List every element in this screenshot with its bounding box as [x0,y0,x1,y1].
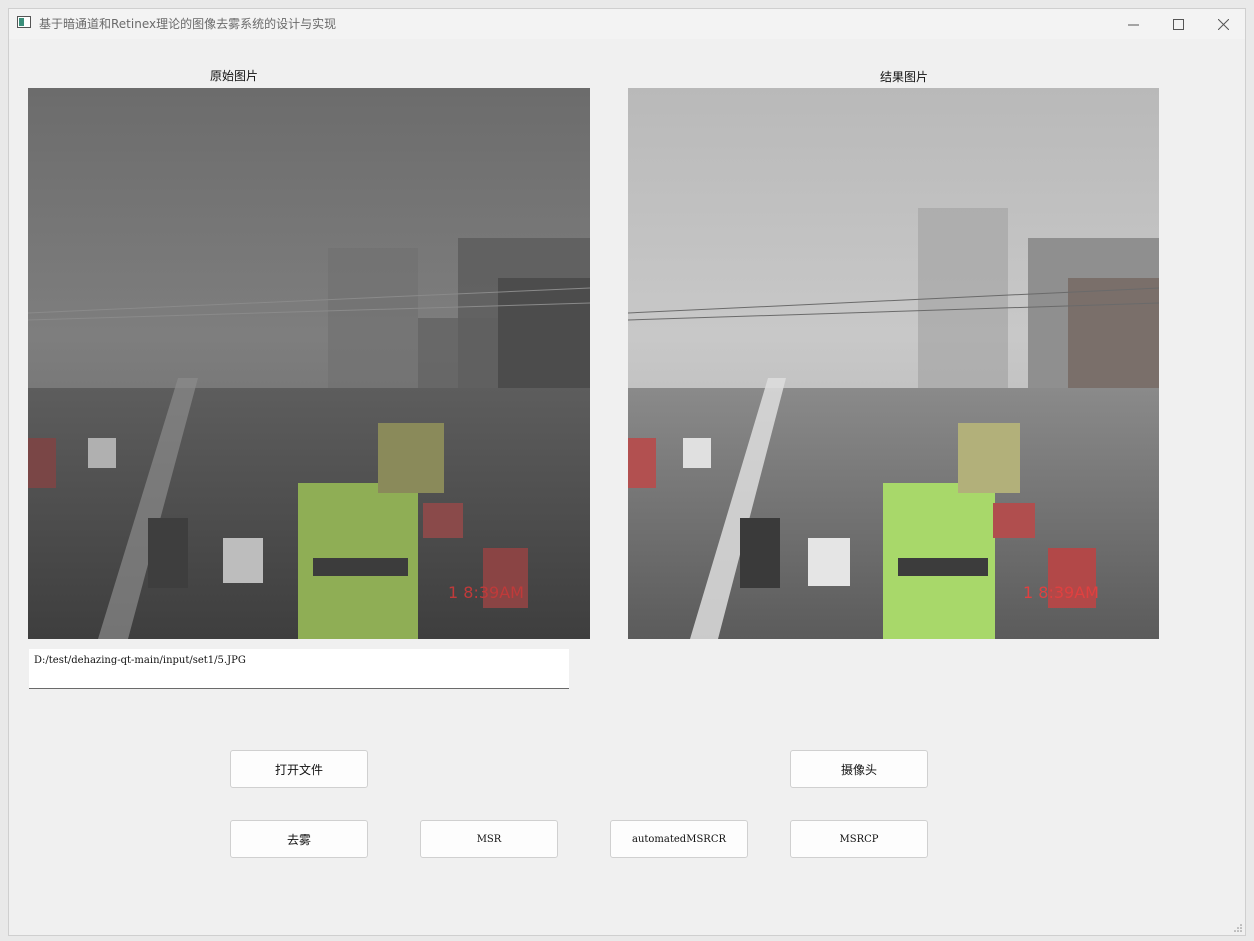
open-file-button[interactable]: 打开文件 [230,750,368,788]
minimize-icon [1127,24,1139,25]
app-icon [17,16,31,28]
title-bar[interactable]: 基于暗通道和Retinex理论的图像去雾系统的设计与实现 [9,9,1245,39]
result-image-label: 结果图片 [879,70,928,84]
original-image-label: 原始图片 [209,69,258,83]
resize-grip-icon[interactable] [1234,924,1242,932]
result-image: 1 8:39AM [628,88,1159,639]
app-window: 基于暗通道和Retinex理论的图像去雾系统的设计与实现 原始图片 结果图片 1… [8,8,1246,936]
maximize-button[interactable] [1155,9,1201,39]
maximize-icon [1172,18,1184,30]
window-title: 基于暗通道和Retinex理论的图像去雾系统的设计与实现 [39,17,337,31]
minimize-button[interactable] [1110,9,1156,39]
close-button[interactable] [1200,9,1246,39]
msrcp-button[interactable]: MSRCP [790,820,928,858]
msr-button[interactable]: MSR [420,820,558,858]
svg-text:1 8:39AM: 1 8:39AM [448,583,524,602]
camera-button[interactable]: 摄像头 [790,750,928,788]
close-icon [1217,18,1229,30]
svg-text:1 8:39AM: 1 8:39AM [1023,583,1099,602]
original-image: 1 8:39AM [28,88,590,639]
automated-msrcr-button[interactable]: automatedMSRCR [610,820,748,858]
dehaze-button[interactable]: 去雾 [230,820,368,858]
file-path-field[interactable]: D:/test/dehazing-qt-main/input/set1/5.JP… [29,649,569,689]
